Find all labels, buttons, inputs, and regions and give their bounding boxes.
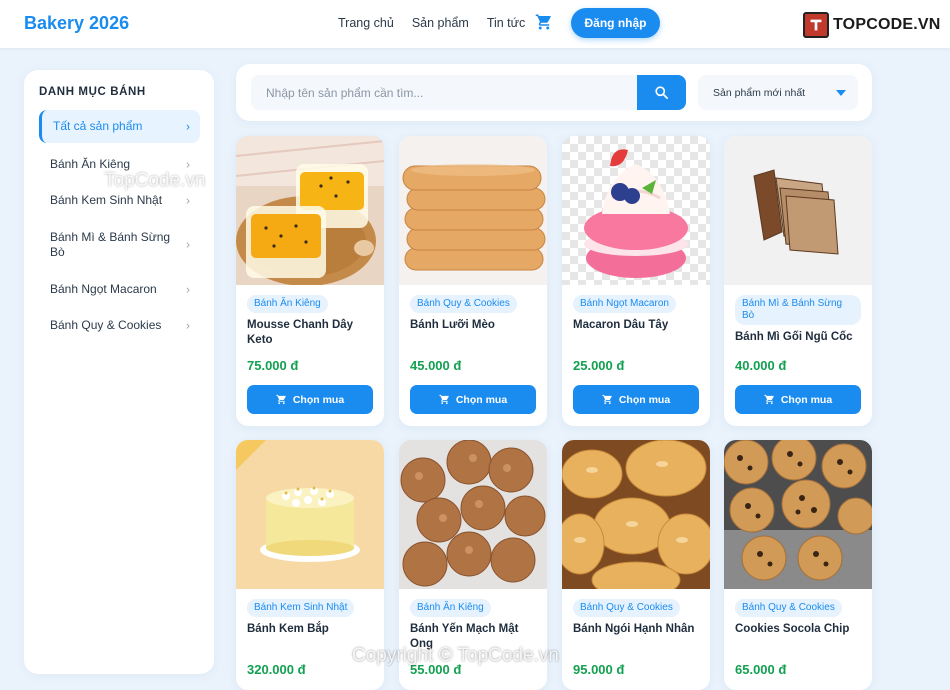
product-category-badge: Bánh Kem Sinh Nhật [247,599,355,617]
product-image-luoi-meo[interactable] [399,136,547,285]
product-price: 55.000 đ [410,662,462,677]
buy-button-label: Chọn mua [618,393,671,406]
cart-icon [439,394,449,405]
search-panel: Sản phẩm mới nhất [236,64,872,121]
sidebar-item-an-kieng[interactable]: Bánh Ăn Kiêng › [39,157,200,172]
product-image-yen-mach[interactable] [399,440,547,589]
buy-button-label: Chọn mua [780,393,833,406]
product-image-banh-mi[interactable] [724,136,872,285]
sidebar-item-kem-sinh-nhat[interactable]: Bánh Kem Sinh Nhật › [39,193,200,208]
product-price: 45.000 đ [410,358,462,373]
topcode-logo-icon [803,12,829,38]
product-category-badge: Bánh Mì & Bánh Sừng Bò [735,295,861,325]
cart-icon [276,394,286,405]
sidebar-item-cookies[interactable]: Bánh Quy & Cookies › [39,318,200,333]
main-nav: Trang chủ Sản phẩm Tin tức [338,16,525,30]
product-image-ngoi-hanh-nhan[interactable] [562,440,710,589]
topcode-logo-text: TOPCODE.VN [833,16,941,33]
search-icon [655,86,668,99]
product-card[interactable]: Bánh Mì & Bánh Sừng Bò Bánh Mì Gối Ngũ C… [724,136,872,426]
buy-button-label: Chọn mua [455,393,508,406]
topcode-logo: TOPCODE.VN [803,12,941,38]
product-image-kem-bap[interactable] [236,440,384,589]
product-category-badge: Bánh Quy & Cookies [410,295,517,313]
product-category-badge: Bánh Ăn Kiêng [410,599,491,617]
site-header: Bakery 2026 Trang chủ Sản phẩm Tin tức Đ… [0,0,950,48]
product-name[interactable]: Bánh Yến Mạch Mật Ong [410,622,538,652]
product-name[interactable]: Macaron Dâu Tây [573,318,701,333]
buy-button[interactable]: Chọn mua [573,385,699,414]
cart-icon[interactable] [535,13,553,31]
product-image-mousse[interactable] [236,136,384,285]
product-category-badge: Bánh Ngọt Macaron [573,295,676,313]
product-name[interactable]: Mousse Chanh Dây Keto [247,318,375,348]
sort-selected-value: Sản phẩm mới nhất [713,86,806,99]
buy-button[interactable]: Chọn mua [410,385,536,414]
nav-home[interactable]: Trang chủ [338,16,394,30]
sidebar-item-label: Bánh Kem Sinh Nhật [50,193,163,207]
buy-button-label: Chọn mua [292,393,345,406]
product-price: 25.000 đ [573,358,625,373]
product-card[interactable]: Bánh Ăn Kiêng Mousse Chanh Dây Keto 75.0… [236,136,384,426]
sidebar-item-banh-mi[interactable]: Bánh Mì & Bánh Sừng Bò › [39,230,190,260]
search-button[interactable] [637,75,686,110]
buy-button[interactable]: Chọn mua [247,385,373,414]
product-name[interactable]: Bánh Mì Gối Ngũ Cốc [735,330,863,345]
product-price: 65.000 đ [735,662,787,677]
caret-down-icon [836,90,846,96]
product-category-badge: Bánh Quy & Cookies [573,599,680,617]
product-price: 40.000 đ [735,358,787,373]
product-name[interactable]: Cookies Socola Chip [735,622,863,637]
cart-icon [602,394,612,405]
chevron-right-icon: › [186,318,190,332]
sort-dropdown[interactable]: Sản phẩm mới nhất [698,75,858,110]
sidebar-item-label: Bánh Mì & Bánh Sừng Bò [50,230,171,259]
search-input[interactable] [251,75,637,110]
sidebar-title: DANH MỤC BÁNH [39,86,146,98]
chevron-right-icon: › [186,282,190,296]
buy-button[interactable]: Chọn mua [735,385,861,414]
product-card[interactable]: Bánh Kem Sinh Nhật Bánh Kem Bắp 320.000 … [236,440,384,690]
login-button[interactable]: Đăng nhập [571,8,660,38]
product-card[interactable]: Bánh Quy & Cookies Bánh Lưỡi Mèo 45.000 … [399,136,547,426]
sidebar-item-label: Bánh Ngọt Macaron [50,282,157,296]
product-card[interactable]: Bánh Quy & Cookies Cookies Socola Chip 6… [724,440,872,690]
sidebar-item-macaron[interactable]: Bánh Ngọt Macaron › [39,282,200,297]
category-sidebar: DANH MỤC BÁNH Tất cả sản phẩm › Bánh Ăn … [24,70,214,674]
chevron-right-icon: › [186,119,190,133]
brand-logo[interactable]: Bakery 2026 [24,13,129,34]
product-price: 75.000 đ [247,358,299,373]
cart-icon [764,394,774,405]
product-image-cookies-socola[interactable] [724,440,872,589]
sidebar-item-label: Tất cả sản phẩm [53,119,143,133]
product-name[interactable]: Bánh Kem Bắp [247,622,375,637]
product-name[interactable]: Bánh Lưỡi Mèo [410,318,538,333]
product-price: 320.000 đ [247,662,306,677]
product-category-badge: Bánh Ăn Kiêng [247,295,328,313]
chevron-right-icon: › [186,193,190,207]
product-image-macaron[interactable] [562,136,710,285]
nav-news[interactable]: Tin tức [487,16,525,30]
product-card[interactable]: Bánh Ăn Kiêng Bánh Yến Mạch Mật Ong 55.0… [399,440,547,690]
product-name[interactable]: Bánh Ngói Hạnh Nhân [573,622,701,637]
sidebar-item-label: Bánh Quy & Cookies [50,318,162,332]
sidebar-item-all[interactable]: Tất cả sản phẩm › [39,110,200,143]
nav-products[interactable]: Sản phẩm [412,16,469,30]
product-price: 95.000 đ [573,662,625,677]
chevron-right-icon: › [186,157,190,171]
sidebar-item-label: Bánh Ăn Kiêng [50,157,131,171]
chevron-right-icon: › [186,237,190,252]
product-card[interactable]: Bánh Ngọt Macaron Macaron Dâu Tây 25.000… [562,136,710,426]
product-category-badge: Bánh Quy & Cookies [735,599,842,617]
product-card[interactable]: Bánh Quy & Cookies Bánh Ngói Hạnh Nhân 9… [562,440,710,690]
